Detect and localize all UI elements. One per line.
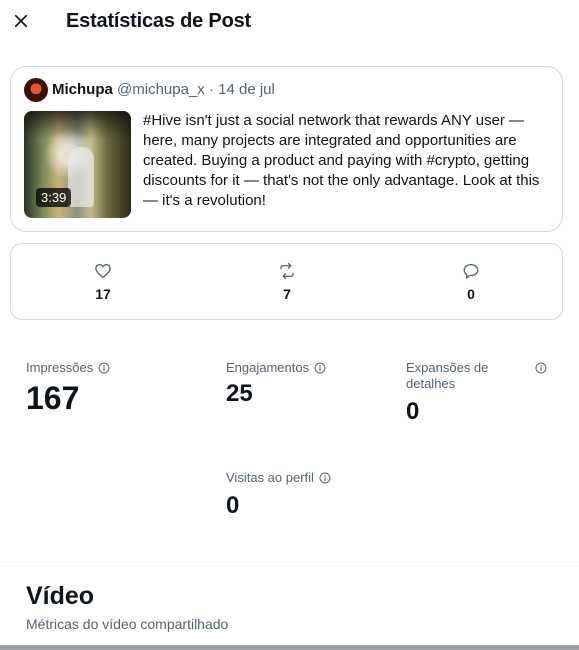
detail-expands-metric: Expansões de detalhes 0 bbox=[406, 360, 548, 426]
repost-icon bbox=[267, 262, 307, 280]
profile-visits-label: Visitas ao perfil bbox=[226, 470, 314, 485]
avatar[interactable] bbox=[24, 78, 48, 102]
author-name[interactable]: Michupa bbox=[52, 81, 113, 98]
bottom-edge-bar bbox=[0, 645, 579, 650]
likes-count: 17 bbox=[95, 286, 111, 302]
author-handle[interactable]: @michupa_x bbox=[117, 81, 205, 98]
video-duration-badge: 3:39 bbox=[36, 188, 72, 207]
post-author-line: Michupa @michupa_x · 14 de jul bbox=[52, 81, 275, 98]
separator-dot: · bbox=[208, 81, 214, 98]
profile-visits-metric: Visitas ao perfil 0 bbox=[226, 470, 332, 520]
engagements-metric: Engajamentos 25 bbox=[226, 360, 327, 408]
post-preview-card[interactable]: Michupa @michupa_x · 14 de jul 3:39 #Hiv… bbox=[10, 66, 563, 232]
reposts-count: 7 bbox=[283, 286, 291, 302]
video-section-subtitle: Métricas do vídeo compartilhado bbox=[26, 616, 229, 632]
section-divider bbox=[0, 566, 579, 567]
info-icon[interactable] bbox=[98, 362, 111, 375]
close-button[interactable] bbox=[8, 8, 34, 34]
engagements-value: 25 bbox=[226, 380, 253, 407]
info-icon[interactable] bbox=[535, 362, 548, 375]
video-section-title: Vídeo bbox=[26, 582, 95, 610]
info-icon[interactable] bbox=[319, 472, 332, 485]
impressions-metric: Impressões 167 bbox=[26, 360, 111, 417]
reply-icon bbox=[451, 262, 491, 280]
replies-count: 0 bbox=[467, 286, 475, 302]
impressions-label: Impressões bbox=[26, 360, 94, 375]
video-thumbnail[interactable]: 3:39 bbox=[24, 111, 131, 218]
impressions-value: 167 bbox=[26, 380, 80, 416]
likes-stat: 17 bbox=[83, 262, 123, 302]
page-title: Estatísticas de Post bbox=[66, 10, 251, 32]
heart-icon bbox=[83, 262, 123, 280]
engagement-summary-card: 17 7 0 bbox=[10, 243, 563, 320]
profile-visits-value: 0 bbox=[226, 492, 240, 519]
post-text: #Hive isn't just a social network that r… bbox=[143, 112, 540, 209]
detail-expands-value: 0 bbox=[406, 398, 420, 425]
replies-stat: 0 bbox=[451, 262, 491, 302]
modal-header: Estatísticas de Post bbox=[0, 0, 579, 46]
close-icon bbox=[12, 12, 30, 30]
detail-expands-label: Expansões de detalhes bbox=[406, 360, 489, 391]
post-date[interactable]: 14 de jul bbox=[218, 81, 275, 98]
info-icon[interactable] bbox=[314, 362, 327, 375]
engagements-label: Engajamentos bbox=[226, 360, 310, 375]
reposts-stat: 7 bbox=[267, 262, 307, 302]
